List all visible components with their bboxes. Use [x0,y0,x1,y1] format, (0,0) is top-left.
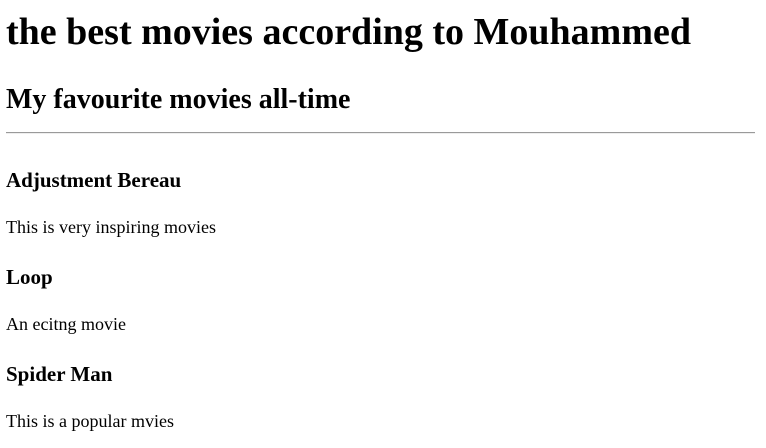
movie-title-loop: Loop [6,265,53,289]
movie-description-loop: An ecitng movie [6,314,126,334]
movie-title-spider-man: Spider Man [6,362,113,386]
movie-description-spider-man: This is a popular mvies [6,411,174,431]
divider [6,132,755,134]
movie-title-adjustment-bereau: Adjustment Bereau [6,168,182,192]
page-subtitle: My favourite movies all-time [6,84,351,115]
page-title: the best movies according to Mouhammed [6,11,691,53]
movie-description-adjustment-bereau: This is very inspiring movies [6,217,216,237]
